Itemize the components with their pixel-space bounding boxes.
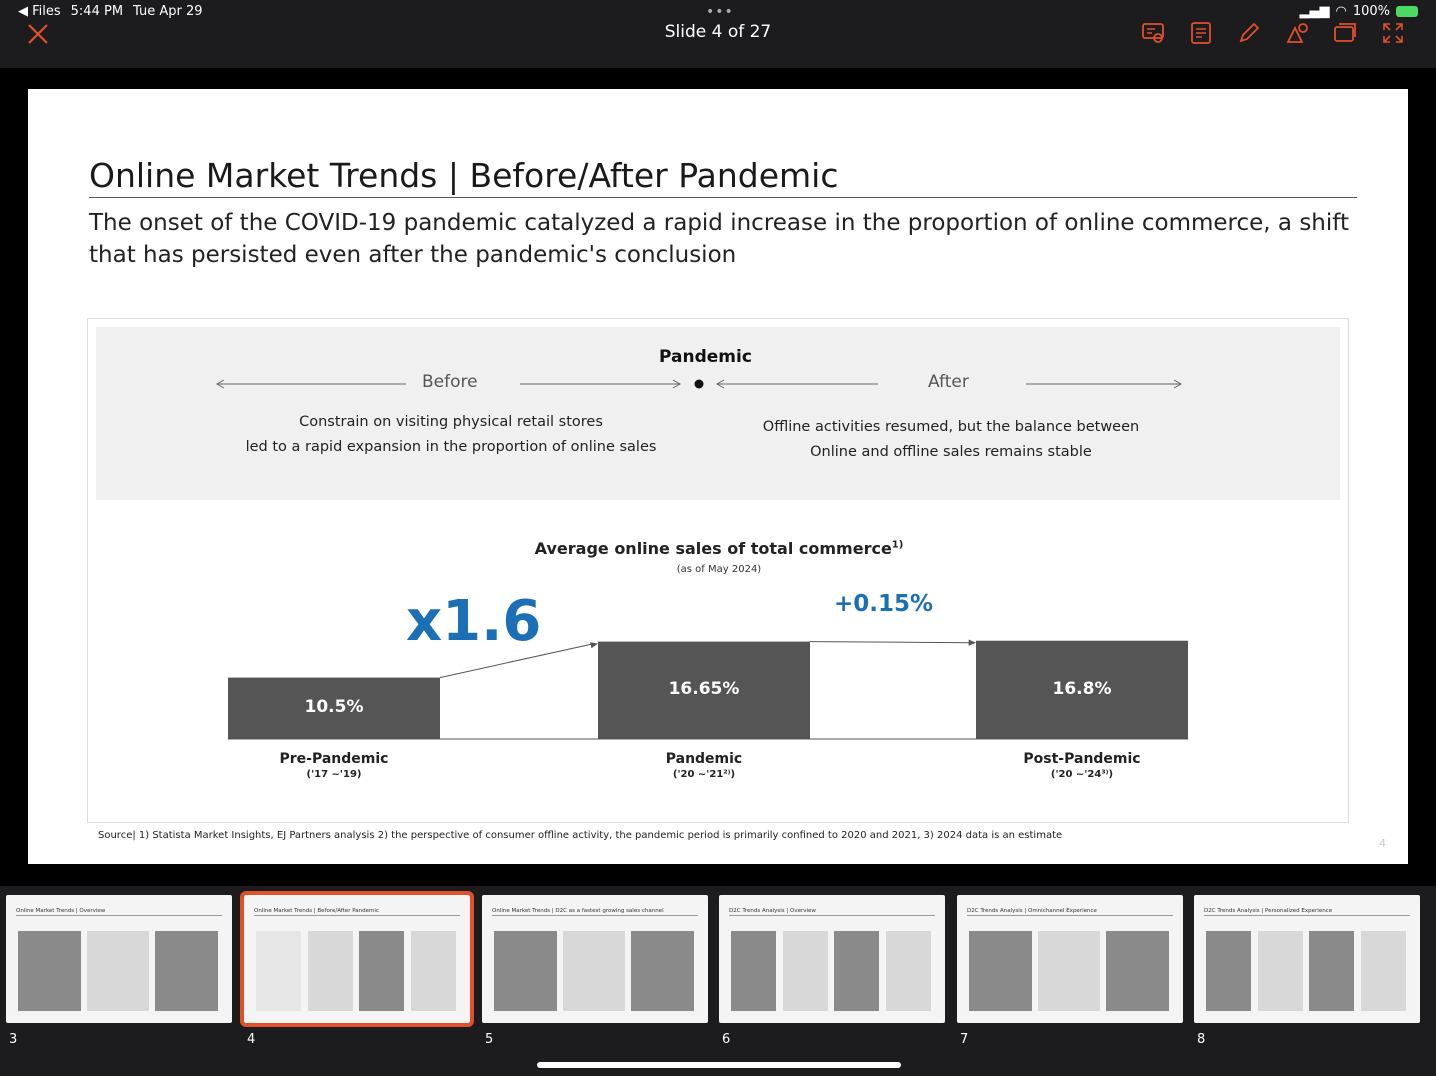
thumbnail-block — [1309, 931, 1355, 1011]
wifi-icon: ◠ — [1335, 4, 1347, 19]
category-period-label: ('20 ~'21²⁾) — [672, 769, 736, 780]
thumbnail-block — [969, 931, 1032, 1011]
thumbnail-number: 8 — [1197, 1032, 1206, 1047]
category-label: Post-Pandemic — [1023, 751, 1141, 767]
thumbnail-block — [1206, 931, 1252, 1011]
slide-thumbnail-3[interactable]: Online Market Trends | Overview — [6, 895, 232, 1023]
thumbnail-block — [494, 931, 557, 1011]
bar-value-label: 16.65% — [668, 679, 740, 700]
status-bar-right: ▂▄▆ ◠ 100% — [1299, 4, 1418, 19]
growth-multiplier: x1.6 — [406, 589, 542, 654]
thumbnail-block — [1360, 931, 1406, 1011]
thumbnail-divider — [16, 915, 222, 916]
pencil-icon[interactable] — [1236, 20, 1262, 46]
thumbnail-block — [731, 931, 777, 1011]
thumbnail-block — [1037, 931, 1101, 1011]
post-change-annotation: +0.15% — [834, 591, 934, 617]
thumbnail-block — [410, 931, 456, 1011]
thumbnail-preview — [254, 931, 460, 1011]
thumbnail-preview — [729, 931, 935, 1011]
thumbnail-block — [18, 931, 81, 1011]
thumbnail-block — [155, 931, 218, 1011]
category-label: Pandemic — [665, 751, 743, 767]
slide-thumbnail-8[interactable]: D2C Trends Analysis | Personalized Exper… — [1194, 895, 1420, 1023]
slide-title: Online Market Trends | Before/After Pand… — [89, 156, 839, 195]
home-indicator[interactable] — [537, 1062, 901, 1068]
thumbnail-number: 3 — [9, 1032, 18, 1047]
current-slide[interactable]: Online Market Trends | Before/After Pand… — [28, 89, 1408, 864]
category-period-label: ('17 ~'19) — [306, 769, 362, 780]
thumbnail-title: D2C Trends Analysis | Overview — [729, 908, 816, 914]
title-divider — [89, 197, 1357, 198]
fullscreen-icon[interactable] — [1380, 20, 1406, 46]
slides-view-icon[interactable] — [1332, 20, 1358, 46]
thumbnail-title: Online Market Trends | Before/After Pand… — [254, 908, 379, 914]
thumbnail-block — [256, 931, 302, 1011]
thumbnail-block — [359, 931, 405, 1011]
status-bar-left: ◀ Files 5:44 PM Tue Apr 29 — [18, 4, 203, 19]
thumbnail-block — [307, 931, 353, 1011]
thumbnail-number: 6 — [722, 1032, 731, 1047]
slide-thumbnail-6[interactable]: D2C Trends Analysis | Overview — [719, 895, 945, 1023]
thumbnail-block — [782, 931, 828, 1011]
thumbnail-preview — [16, 931, 222, 1011]
thumbnail-divider — [1204, 915, 1410, 916]
thumbnail-title: Online Market Trends | Overview — [16, 908, 106, 914]
slide-thumbnail-strip: Online Market Trends | Overview 3 Online M… — [0, 886, 1436, 1076]
thumbnail-title: D2C Trends Analysis | Personalized Exper… — [1204, 908, 1333, 914]
thumbnail-divider — [254, 915, 460, 916]
thumbnail-number: 5 — [485, 1032, 494, 1047]
source-note: Source| 1) Statista Market Insights, EJ … — [98, 830, 1063, 841]
battery-percent: 100% — [1352, 4, 1390, 19]
top-bar: ◀ Files 5:44 PM Tue Apr 29 ••• ▂▄▆ ◠ 100… — [0, 0, 1436, 68]
slide-stage: Online Market Trends | Before/After Pand… — [0, 68, 1436, 886]
thumbnail-block — [834, 931, 880, 1011]
thumbnail-preview — [967, 931, 1173, 1011]
multitask-dots-icon[interactable]: ••• — [706, 4, 734, 20]
signal-icon: ▂▄▆ — [1299, 4, 1330, 19]
toolbar-icons — [1140, 20, 1406, 46]
thumbnail-divider — [492, 915, 698, 916]
status-time: 5:44 PM — [70, 4, 124, 19]
thumbnail-block — [631, 931, 694, 1011]
bar-value-label: 16.8% — [1052, 678, 1112, 699]
shape-settings-icon[interactable] — [1284, 20, 1310, 46]
battery-icon — [1396, 6, 1418, 17]
chart-panel: Before Pandemic After Constrain on visit… — [87, 318, 1349, 823]
thumbnail-preview — [1204, 931, 1410, 1011]
thumbnail-block — [1257, 931, 1303, 1011]
notes-icon[interactable] — [1188, 20, 1214, 46]
growth-arrowhead-1 — [590, 642, 598, 649]
thumbnail-preview — [492, 931, 698, 1011]
growth-arrow-2 — [809, 641, 973, 644]
bar-value-label: 10.5% — [304, 697, 364, 718]
status-date: Tue Apr 29 — [133, 4, 203, 19]
thumbnail-block — [86, 931, 150, 1011]
slide-thumbnail-7[interactable]: D2C Trends Analysis | Omnichannel Experi… — [957, 895, 1183, 1023]
category-label: Pre-Pandemic — [279, 751, 389, 767]
thumbnail-divider — [967, 915, 1173, 916]
present-icon[interactable] — [1140, 20, 1166, 46]
growth-arrowhead-2 — [968, 639, 976, 646]
bar-chart — [228, 639, 1188, 740]
slide-thumbnail-5[interactable]: Online Market Trends | D2C as a fastest … — [482, 895, 708, 1023]
slide-page-number: 4 — [1379, 837, 1386, 850]
thumbnail-divider — [729, 915, 935, 916]
thumbnail-title: Online Market Trends | D2C as a fastest … — [492, 908, 664, 914]
slide-thumbnail-4[interactable]: Online Market Trends | Before/After Pand… — [240, 891, 474, 1027]
category-period-label: ('20 ~'24³⁾) — [1050, 769, 1114, 780]
thumbnail-title: D2C Trends Analysis | Omnichannel Experi… — [967, 908, 1097, 914]
thumbnail-block — [885, 931, 931, 1011]
thumbnail-number: 4 — [247, 1032, 256, 1047]
thumbnail-block — [562, 931, 626, 1011]
thumbnail-block — [1106, 931, 1169, 1011]
slide-subtitle: The onset of the COVID-19 pandemic catal… — [89, 210, 1349, 268]
thumbnail-number: 7 — [960, 1032, 969, 1047]
back-to-files-link[interactable]: ◀ Files — [18, 4, 61, 19]
